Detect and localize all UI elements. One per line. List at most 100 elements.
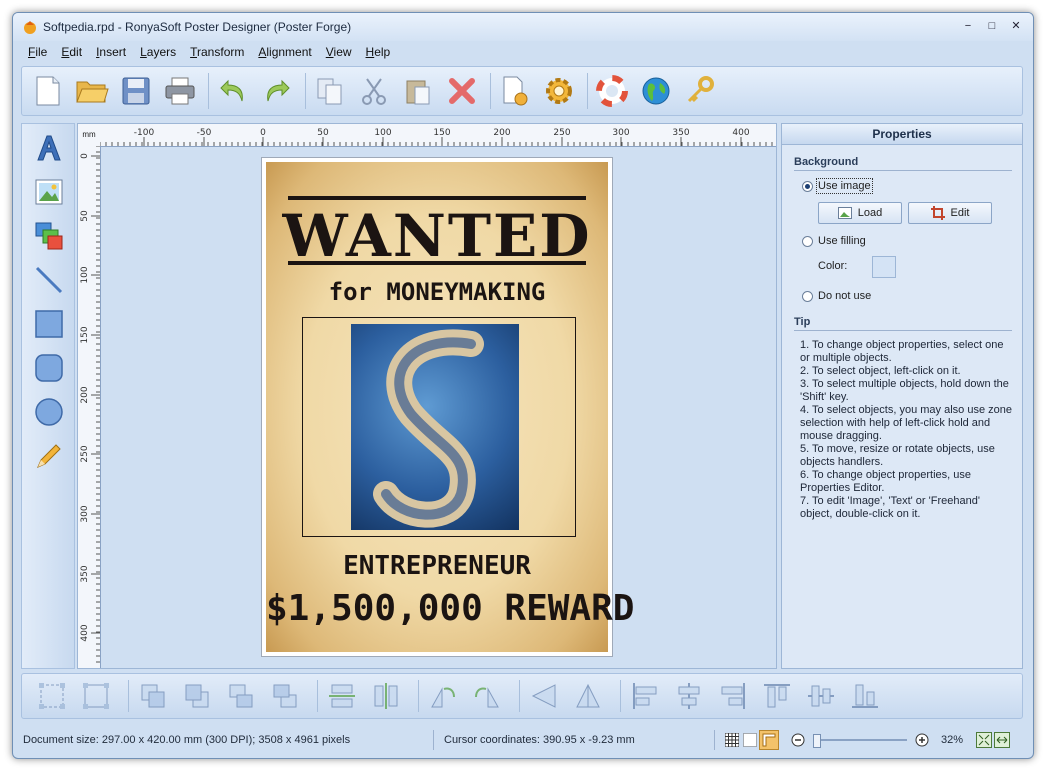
headline-bottom-rule[interactable] bbox=[288, 261, 586, 265]
zoom-slider[interactable] bbox=[813, 734, 907, 748]
image-tool-button[interactable] bbox=[31, 174, 67, 210]
freehand-tool-button[interactable] bbox=[31, 438, 67, 474]
background-section-title: Background bbox=[794, 156, 859, 168]
zoom-in-button[interactable] bbox=[913, 731, 931, 749]
save-icon bbox=[122, 77, 150, 105]
delete-button[interactable] bbox=[442, 71, 482, 111]
menu-help[interactable]: Help bbox=[359, 45, 398, 59]
app-window: Softpedia.rpd - RonyaSoft Poster Designe… bbox=[12, 12, 1034, 759]
do-not-use-radio[interactable] bbox=[802, 290, 813, 302]
undo-button[interactable] bbox=[213, 71, 253, 111]
rounded-rectangle-tool-button[interactable] bbox=[31, 350, 67, 386]
poster-occupation[interactable]: ENTREPRENEUR bbox=[266, 551, 608, 581]
align-right-button[interactable] bbox=[715, 678, 751, 714]
align-bottom-button[interactable] bbox=[847, 678, 883, 714]
use-filling-label[interactable]: Use filling bbox=[818, 235, 866, 247]
poster-headline[interactable]: WANTED bbox=[266, 202, 608, 270]
layers-tool-button[interactable] bbox=[31, 218, 67, 254]
ellipse-tool-button[interactable] bbox=[31, 394, 67, 430]
same-width-button[interactable] bbox=[324, 678, 360, 714]
minimize-button[interactable]: − bbox=[957, 17, 979, 35]
flip-horizontal-button[interactable] bbox=[526, 678, 562, 714]
send-backward-button[interactable] bbox=[267, 678, 303, 714]
close-button[interactable]: ✕ bbox=[1005, 17, 1027, 35]
rotate-left-button[interactable] bbox=[425, 678, 461, 714]
website-button[interactable] bbox=[636, 71, 676, 111]
redo-button[interactable] bbox=[257, 71, 297, 111]
page-setup-button[interactable] bbox=[495, 71, 535, 111]
ungroup-button[interactable] bbox=[78, 678, 114, 714]
poster-reward[interactable]: $1,500,000 REWARD bbox=[266, 588, 634, 629]
align-middle-button[interactable] bbox=[803, 678, 839, 714]
menu-file[interactable]: File bbox=[21, 45, 54, 59]
freehand-pencil-icon bbox=[37, 444, 61, 468]
menu-view[interactable]: View bbox=[319, 45, 359, 59]
tip-item: 5. To move, resize or rotate objects, us… bbox=[800, 443, 995, 468]
flip-vertical-button[interactable] bbox=[570, 678, 606, 714]
maximize-button[interactable]: □ bbox=[981, 17, 1003, 35]
menu-insert[interactable]: Insert bbox=[89, 45, 133, 59]
text-tool-button[interactable] bbox=[31, 130, 67, 166]
use-filling-radio[interactable] bbox=[802, 235, 813, 247]
copy-button[interactable] bbox=[310, 71, 350, 111]
use-filling-option[interactable]: Use filling bbox=[802, 235, 866, 247]
zoom-out-button[interactable] bbox=[789, 731, 807, 749]
fit-width-button[interactable] bbox=[993, 731, 1011, 749]
zoom-level: 32% bbox=[941, 734, 964, 746]
text-tool-icon bbox=[37, 135, 61, 161]
headline-top-rule[interactable] bbox=[288, 196, 586, 200]
poster-subtitle[interactable]: for MONEYMAKING bbox=[266, 278, 608, 306]
align-center-button[interactable] bbox=[671, 678, 707, 714]
open-button[interactable] bbox=[72, 71, 112, 111]
menu-transform[interactable]: Transform bbox=[183, 45, 251, 59]
load-image-button[interactable]: Load bbox=[818, 202, 902, 224]
use-image-label[interactable]: Use image bbox=[816, 178, 873, 194]
rectangle-tool-button[interactable] bbox=[31, 306, 67, 342]
do-not-use-label[interactable]: Do not use bbox=[818, 290, 871, 302]
line-tool-button[interactable] bbox=[31, 262, 67, 298]
register-button[interactable] bbox=[680, 71, 720, 111]
edit-image-button[interactable]: Edit bbox=[908, 202, 992, 224]
poster-background-image[interactable]: WANTED for MONEYMAKING ENTREPRENEUR $1,5… bbox=[266, 162, 634, 652]
send-to-back-icon bbox=[185, 684, 209, 708]
paste-button[interactable] bbox=[398, 71, 438, 111]
menu-layers[interactable]: Layers bbox=[133, 45, 183, 59]
canvas-workspace[interactable]: WANTED for MONEYMAKING ENTREPRENEUR $1,5… bbox=[101, 147, 776, 668]
rotate-right-button[interactable] bbox=[469, 678, 505, 714]
zoom-slider-thumb[interactable] bbox=[813, 734, 821, 748]
use-image-radio[interactable] bbox=[802, 180, 813, 192]
fill-color-picker[interactable] bbox=[872, 256, 896, 278]
new-document-button[interactable] bbox=[28, 71, 68, 111]
align-top-button[interactable] bbox=[759, 678, 795, 714]
poster-page[interactable]: WANTED for MONEYMAKING ENTREPRENEUR $1,5… bbox=[261, 157, 634, 657]
use-image-option[interactable]: Use image bbox=[802, 178, 873, 194]
fit-width-icon bbox=[994, 732, 1010, 748]
grid-toggle-button[interactable] bbox=[723, 731, 741, 749]
bring-to-front-button[interactable] bbox=[135, 678, 171, 714]
edit-button-label: Edit bbox=[950, 207, 970, 219]
bring-forward-button[interactable] bbox=[223, 678, 259, 714]
rulers-toggle-button[interactable] bbox=[759, 730, 779, 750]
group-button[interactable] bbox=[34, 678, 70, 714]
poster-photo[interactable] bbox=[351, 324, 519, 530]
ruler-h-label: -100 bbox=[134, 128, 155, 138]
menu-alignment[interactable]: Alignment bbox=[251, 45, 318, 59]
print-button[interactable] bbox=[160, 71, 200, 111]
menu-edit[interactable]: Edit bbox=[54, 45, 89, 59]
design-canvas[interactable]: mm -100 -50 0 50 100 150 200 250 300 350… bbox=[77, 123, 777, 669]
cut-button[interactable] bbox=[354, 71, 394, 111]
same-height-button[interactable] bbox=[368, 678, 404, 714]
vertical-ruler[interactable]: 0 50 100 150 200 250 300 350 400 bbox=[78, 145, 101, 668]
send-to-back-button[interactable] bbox=[179, 678, 215, 714]
dots-grid-toggle-button[interactable] bbox=[741, 731, 759, 749]
horizontal-ruler[interactable]: -100 -50 0 50 100 150 200 250 300 350 40… bbox=[99, 124, 776, 147]
settings-button[interactable] bbox=[539, 71, 579, 111]
align-left-button[interactable] bbox=[627, 678, 663, 714]
title-bar[interactable]: Softpedia.rpd - RonyaSoft Poster Designe… bbox=[13, 13, 1033, 41]
poster-photo-frame[interactable] bbox=[302, 317, 576, 537]
help-button[interactable] bbox=[592, 71, 632, 111]
save-button[interactable] bbox=[116, 71, 156, 111]
do-not-use-option[interactable]: Do not use bbox=[802, 290, 871, 302]
ruler-unit: mm bbox=[78, 124, 101, 147]
fit-page-button[interactable] bbox=[975, 731, 993, 749]
